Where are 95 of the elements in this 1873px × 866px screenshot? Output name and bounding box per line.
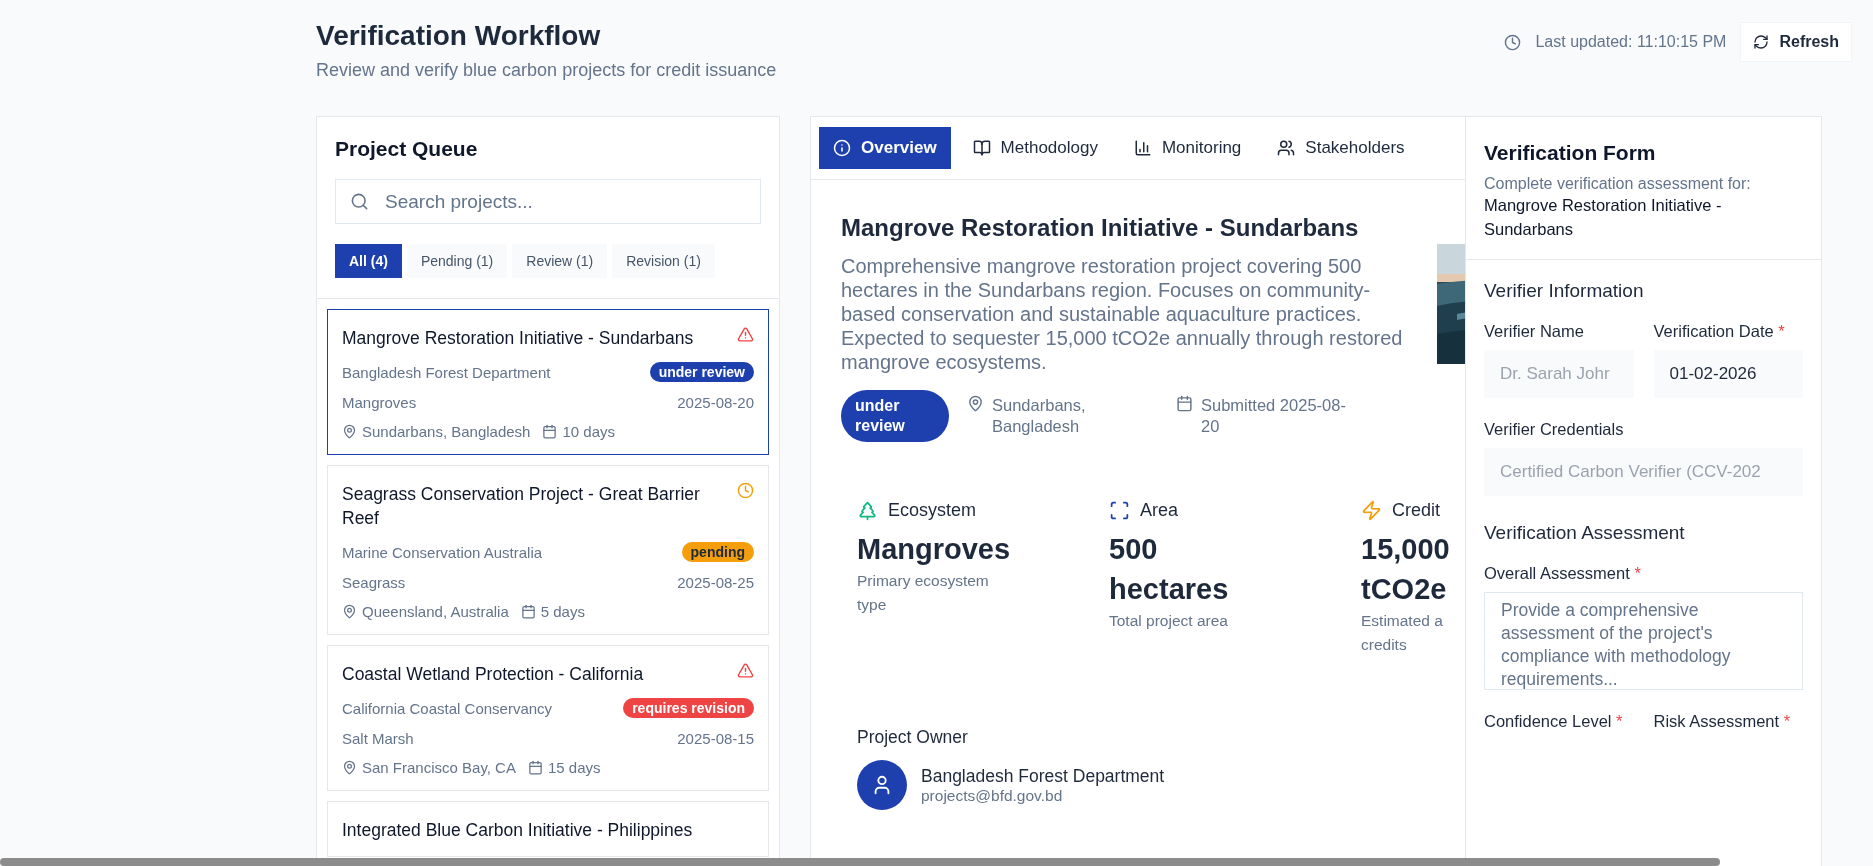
- status-badge: requires revision: [623, 698, 754, 718]
- stat-value: 500 hectares: [1109, 532, 1230, 607]
- users-icon: [1277, 139, 1296, 157]
- duration-text: 5 days: [540, 603, 585, 620]
- section-title: Verifier Information: [1484, 280, 1645, 302]
- ecosystem-text: Seagrass: [342, 574, 406, 591]
- project-title: Coastal Wetland Protection - California: [342, 663, 645, 686]
- verifier-name-field[interactable]: Dr. Sarah Johr: [1484, 350, 1634, 398]
- filter-tab[interactable]: Revision (1): [612, 244, 715, 278]
- detail-tab[interactable]: Monitoring: [1119, 127, 1256, 169]
- form-project-name: Mangrove Restoration Initiative - Sundarbans: [1484, 195, 1723, 240]
- map-pin-icon: [967, 395, 984, 412]
- panel-title: Project Queue: [335, 137, 479, 161]
- date-field[interactable]: 01-02-2026: [1653, 350, 1803, 398]
- location-text: Sundarbans, Bangladesh: [362, 423, 531, 440]
- book-icon: [972, 139, 991, 157]
- refresh-button[interactable]: Refresh: [1740, 22, 1852, 62]
- field-label: Verifier Credentials: [1484, 419, 1625, 440]
- date-text: 2025-08-25: [677, 574, 754, 591]
- form-intro: Complete verification assessment for:: [1484, 175, 1752, 193]
- ecosystem-text: Salt Marsh: [342, 730, 414, 747]
- warning-icon: [737, 326, 754, 343]
- stat-caption: Primary ecosystem type: [857, 571, 990, 615]
- detail-tab[interactable]: Stakeholders: [1263, 127, 1419, 169]
- location-text: Queensland, Australia: [362, 603, 509, 620]
- clock-icon: [1504, 33, 1522, 51]
- location-text: Sundarbans, Bangladesh: [992, 395, 1087, 437]
- location-text: San Francisco Bay, CA: [362, 759, 516, 776]
- detail-tab[interactable]: Overview: [819, 127, 951, 169]
- calendar-icon: [520, 604, 536, 619]
- stat-label: Ecosystem: [888, 500, 977, 521]
- project-card[interactable]: Mangrove Restoration Initiative - Sundarbans Bangladesh Forest Department under review Mangroves 2025-08-20 Sundarbans, Bangladesh 10 days: [327, 309, 769, 455]
- search-icon: [350, 192, 369, 211]
- ecosystem-text: Mangroves: [342, 394, 417, 411]
- stat-label: Area: [1140, 500, 1179, 521]
- status-badge: under review: [841, 390, 949, 442]
- project-title: Mangrove Restoration Initiative - Sundarbans: [342, 327, 695, 350]
- project-card[interactable]: Integrated Blue Carbon Initiative - Philippines: [327, 801, 769, 857]
- horizontal-scrollbar[interactable]: [0, 858, 1720, 866]
- organization-text: California Coastal Conservancy: [342, 699, 553, 717]
- field-label: Risk Assessment *: [1653, 711, 1792, 732]
- filter-tab[interactable]: Review (1): [512, 244, 608, 278]
- panel-title: Verification Form: [1484, 141, 1657, 165]
- field-label: Confidence Level *: [1484, 711, 1624, 732]
- refresh-icon: [1753, 34, 1770, 50]
- map-pin-icon: [342, 424, 357, 439]
- field-label: Overall Assessment *: [1484, 563, 1642, 584]
- owner-email: projects@bfd.gov.bd: [921, 786, 1064, 805]
- organization-text: Bangladesh Forest Department: [342, 363, 551, 381]
- organization-text: Marine Conservation Australia: [342, 543, 543, 561]
- date-text: 2025-08-20: [677, 394, 754, 411]
- submitted-date-text: Submitted 2025-08-20: [1201, 395, 1347, 437]
- credentials-field[interactable]: Certified Carbon Verifier (CCV-202: [1484, 448, 1803, 496]
- filter-tab[interactable]: All (4): [335, 244, 402, 278]
- owner-heading: Project Owner: [857, 727, 969, 748]
- map-pin-icon: [342, 604, 357, 619]
- stat-value: 15,000 tCO2e: [1361, 532, 1451, 607]
- stat-caption: Total project area: [1109, 611, 1229, 631]
- filter-tab[interactable]: Pending (1): [406, 244, 508, 278]
- bar-chart-icon: [1133, 139, 1152, 157]
- avatar-icon: [857, 760, 907, 810]
- project-heading: Mangrove Restoration Initiative - Sundarbans: [841, 214, 1360, 242]
- map-pin-icon: [342, 760, 357, 775]
- project-title: Integrated Blue Carbon Initiative - Philippines: [342, 819, 694, 842]
- last-updated-text: Last updated: 11:10:15 PM: [1535, 33, 1727, 51]
- info-icon: [833, 139, 851, 157]
- date-text: 2025-08-15: [677, 730, 754, 747]
- stat-value: Mangroves: [857, 532, 1012, 567]
- project-card[interactable]: Coastal Wetland Protection - California California Coastal Conservancy requires revision Salt Marsh 2025-08-15 San Francisco Bay, CA 15 days: [327, 645, 769, 791]
- project-description: Comprehensive mangrove restoration project covering 500 hectares in the Sundarbans region. Focuses on community-based conservation and sustainable aquaculture practices. Expected to sequester 15,000 tCO2e annually through restored mangrove ecosystems.: [841, 254, 1404, 374]
- search-field[interactable]: Search projects...: [335, 179, 761, 224]
- calendar-icon: [1176, 395, 1193, 412]
- project-card[interactable]: Seagrass Conservation Project - Great Barrier Reef Marine Conservation Australia pending Seagrass 2025-08-25 Queensland, Australia 5 days: [327, 465, 769, 635]
- page-title: Verification Workflow: [316, 19, 602, 53]
- assessment-field[interactable]: Provide a comprehensive assessment of the project's compliance with methodology requirements...: [1484, 592, 1803, 690]
- field-label: Verifier Name: [1484, 321, 1585, 342]
- duration-text: 15 days: [547, 759, 601, 776]
- status-badge: under review: [649, 362, 754, 382]
- project-title: Seagrass Conservation Project - Great Barrier Reef: [342, 483, 701, 530]
- tree-icon: [857, 500, 878, 521]
- stat-label: Credit: [1392, 500, 1440, 521]
- owner-name: Bangladesh Forest Department: [921, 765, 1165, 787]
- stat-caption: Estimated a credits: [1361, 611, 1444, 655]
- status-badge: pending: [681, 542, 754, 562]
- detail-tab[interactable]: Methodology: [958, 127, 1112, 169]
- warning-icon: [737, 662, 754, 679]
- scan-frame-icon: [1109, 500, 1130, 521]
- calendar-icon: [527, 760, 543, 775]
- lightning-icon: [1361, 500, 1382, 521]
- clock-icon: [737, 482, 754, 499]
- field-label: Verification Date *: [1653, 321, 1786, 342]
- page-subtitle: Review and verify blue carbon projects for credit issuance: [316, 60, 777, 81]
- duration-text: 10 days: [562, 423, 615, 440]
- section-title: Verification Assessment: [1484, 522, 1686, 544]
- calendar-icon: [542, 424, 558, 439]
